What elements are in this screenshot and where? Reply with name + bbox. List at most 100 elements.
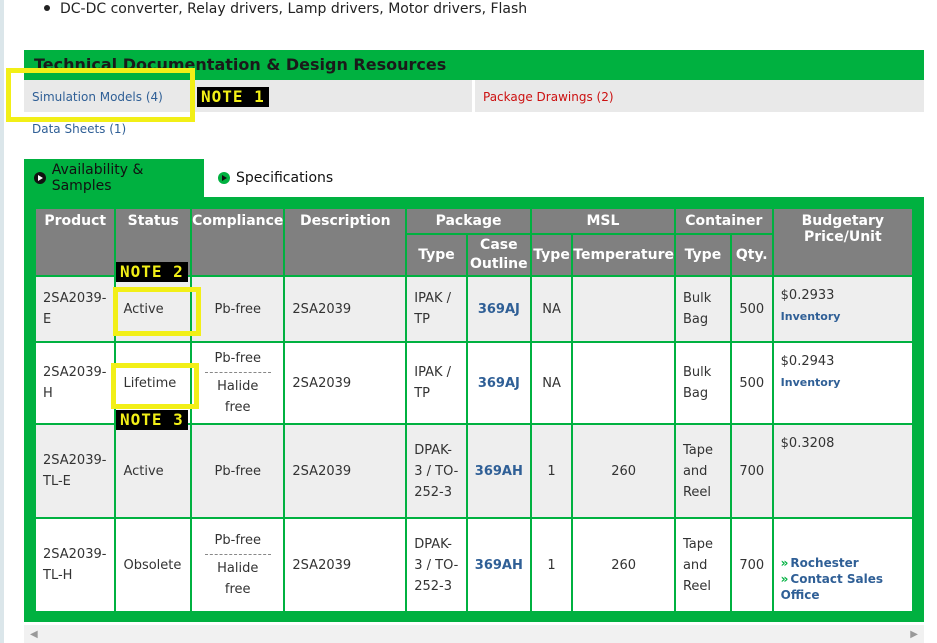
- temperature-cell: [571, 275, 676, 343]
- qty-cell: 500: [729, 341, 774, 425]
- qty-cell: 700: [729, 423, 774, 519]
- play-circle-icon: [218, 172, 230, 184]
- compliance-halide-free: Halide free: [217, 379, 259, 415]
- header-container: Container: [673, 207, 774, 235]
- note2-label: NOTE 2: [116, 262, 188, 282]
- temperature-cell: [571, 341, 676, 425]
- header-temperature: Temperature: [571, 233, 676, 277]
- product-cell: 2SA2039-TL-E: [33, 423, 117, 519]
- note1-highlight-box: [6, 68, 195, 122]
- compliance-pb-free: Pb-free: [214, 533, 261, 548]
- qty-cell: 500: [729, 275, 774, 343]
- product-cell: 2SA2039-E: [33, 275, 117, 343]
- note3-label: NOTE 3: [116, 410, 188, 430]
- container-type-cell: Bulk Bag: [673, 341, 732, 425]
- resources-separator: [472, 80, 475, 112]
- compliance-divider: [204, 372, 271, 373]
- qty-cell: 700: [729, 517, 774, 613]
- horizontal-scrollbar[interactable]: ◀ ▶: [24, 625, 924, 643]
- compliance-divider: [204, 554, 271, 555]
- data-sheets-link[interactable]: Data Sheets (1): [32, 122, 126, 136]
- price-value: $0.2943: [780, 354, 835, 369]
- header-description: Description: [283, 207, 408, 277]
- header-package-type: Type: [405, 233, 468, 277]
- price-cell: $0.3208: [771, 423, 915, 519]
- case-outline-link[interactable]: 369AH: [475, 558, 523, 573]
- case-outline-link[interactable]: 369AH: [475, 464, 523, 479]
- price-value: $0.3208: [780, 436, 835, 451]
- feature-bullet-text: DC-DC converter, Relay drivers, Lamp dri…: [60, 1, 528, 17]
- container-type-cell: Tape and Reel: [673, 423, 732, 519]
- compliance-cell: Pb-free Halide free: [190, 341, 286, 425]
- description-cell: 2SA2039: [283, 341, 408, 425]
- package-type-cell: DPAK-3 / TO-252-3: [405, 423, 468, 519]
- tab-specifications[interactable]: Specifications: [208, 159, 348, 197]
- tab-specifications-label: Specifications: [236, 170, 334, 186]
- header-qty: Qty.: [729, 233, 774, 277]
- table-row: 2SA2039-TL-H Obsolete Pb-free Halide free…: [33, 517, 915, 613]
- header-product: Product: [33, 207, 117, 277]
- status-cell: Obsolete: [114, 517, 193, 613]
- price-cell: $0.2933 Inventory: [771, 275, 915, 343]
- case-outline-cell: 369AJ: [465, 341, 532, 425]
- msl-type-cell: NA: [529, 275, 574, 343]
- case-outline-cell: 369AH: [465, 423, 532, 519]
- header-msl: MSL: [529, 207, 676, 235]
- rochester-link-label: Rochester: [790, 556, 859, 570]
- feature-bullet: DC-DC converter, Relay drivers, Lamp dri…: [44, 0, 527, 18]
- header-msl-type: Type: [529, 233, 574, 277]
- inventory-link[interactable]: Inventory: [781, 310, 841, 323]
- note3-highlight-box: [111, 363, 199, 409]
- table-row: 2SA2039-TL-E Active Pb-free 2SA2039 DPAK…: [33, 423, 915, 519]
- bullet-dot: [44, 5, 50, 11]
- case-outline-cell: 369AJ: [465, 275, 532, 343]
- description-cell: 2SA2039: [283, 275, 408, 343]
- left-edge-bar: [0, 0, 4, 643]
- package-drawings-link[interactable]: Package Drawings (2): [483, 90, 614, 104]
- header-case-outline: Case Outline: [465, 233, 532, 277]
- double-chevron-right-icon: »: [780, 572, 789, 586]
- case-outline-cell: 369AH: [465, 517, 532, 613]
- header-container-type: Type: [673, 233, 732, 277]
- package-type-cell: IPAK / TP: [405, 275, 468, 343]
- contact-sales-office-link[interactable]: » Contact Sales Office: [781, 571, 905, 603]
- header-price: Budgetary Price/Unit: [771, 207, 915, 277]
- compliance-halide-free: Halide free: [217, 561, 259, 597]
- temperature-cell: 260: [571, 423, 676, 519]
- status-cell: Active: [114, 423, 193, 519]
- product-cell: 2SA2039-H: [33, 341, 117, 425]
- header-package: Package: [405, 207, 532, 235]
- package-type-cell: DPAK-3 / TO-252-3: [405, 517, 468, 613]
- msl-type-cell: NA: [529, 341, 574, 425]
- description-cell: 2SA2039: [283, 423, 408, 519]
- tab-availability-label: Availability & Samples: [51, 162, 144, 194]
- container-type-cell: Bulk Bag: [673, 275, 732, 343]
- case-outline-link[interactable]: 369AJ: [478, 376, 520, 391]
- note2-highlight-box: [113, 287, 201, 336]
- inventory-link[interactable]: Inventory: [781, 376, 841, 389]
- compliance-cell: Pb-free: [190, 275, 286, 343]
- tab-availability-samples[interactable]: Availability & Samples: [24, 159, 204, 197]
- compliance-cell: Pb-free: [190, 423, 286, 519]
- header-compliance: Compliance: [190, 207, 286, 277]
- play-circle-icon: [34, 172, 46, 184]
- arrow-right-icon[interactable]: ▶: [910, 629, 918, 640]
- compliance-pb-free: Pb-free: [214, 351, 261, 366]
- compliance-cell: Pb-free Halide free: [190, 517, 286, 613]
- description-cell: 2SA2039: [283, 517, 408, 613]
- arrow-left-icon[interactable]: ◀: [30, 629, 38, 640]
- msl-type-cell: 1: [529, 423, 574, 519]
- price-cell: » Rochester » Contact Sales Office: [771, 517, 915, 613]
- rochester-link[interactable]: » Rochester: [781, 555, 905, 571]
- double-chevron-right-icon: »: [780, 556, 789, 570]
- product-cell: 2SA2039-TL-H: [33, 517, 117, 613]
- price-value: $0.2933: [780, 288, 835, 303]
- note1-label: NOTE 1: [197, 87, 269, 107]
- temperature-cell: 260: [571, 517, 676, 613]
- case-outline-link[interactable]: 369AJ: [478, 302, 520, 317]
- contact-sales-link-label: Contact Sales Office: [780, 572, 884, 602]
- container-type-cell: Tape and Reel: [673, 517, 732, 613]
- package-type-cell: IPAK / TP: [405, 341, 468, 425]
- msl-type-cell: 1: [529, 517, 574, 613]
- price-cell: $0.2943 Inventory: [771, 341, 915, 425]
